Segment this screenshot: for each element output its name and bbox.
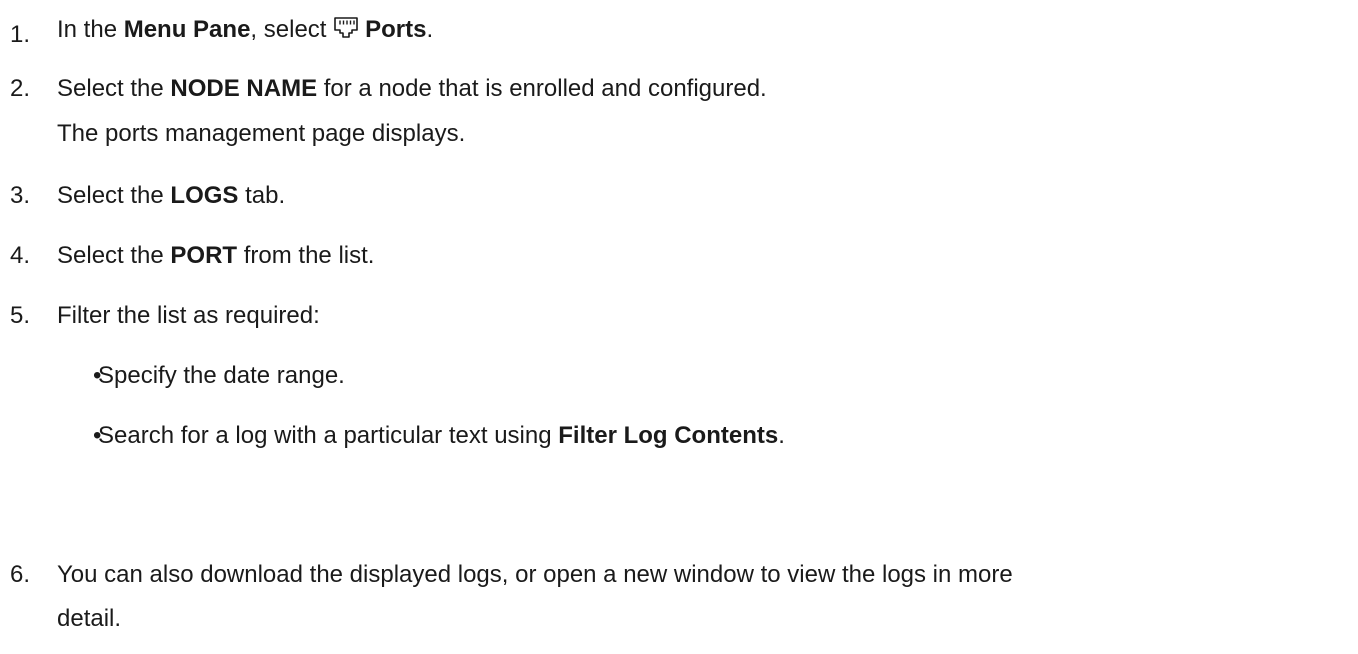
menu-pane-label: Menu Pane [123, 16, 251, 43]
node-name-label: NODE NAME [170, 75, 318, 102]
step-text-continued: detail. [57, 605, 122, 632]
port-label: PORT [170, 242, 238, 269]
step-number: 1. [10, 21, 31, 48]
step-text: Filter the list as required: [57, 302, 320, 329]
step-text: Select the PORT from the list. [57, 242, 375, 269]
step-text: You can also download the displayed logs… [57, 561, 1013, 588]
filter-log-contents-label: Filter Log Contents [558, 422, 779, 449]
step-number: 6. [10, 561, 31, 588]
logs-tab-label: LOGS [170, 182, 239, 209]
bullet-text: Specify the date range. [98, 362, 345, 389]
ports-label: Ports [365, 16, 427, 43]
step-note: The ports management page displays. [57, 120, 466, 147]
step-number: 2. [10, 75, 31, 102]
step-number: 4. [10, 242, 31, 269]
ports-icon [334, 17, 358, 38]
step-text: Select the LOGS tab. [57, 182, 286, 209]
bullet-text: Search for a log with a particular text … [98, 422, 785, 449]
step-number: 3. [10, 182, 31, 209]
step-text: Select the NODE NAME for a node that is … [57, 75, 767, 102]
step-number: 5. [10, 302, 31, 329]
step-text: In the Menu Pane, select Ports. [57, 16, 434, 43]
